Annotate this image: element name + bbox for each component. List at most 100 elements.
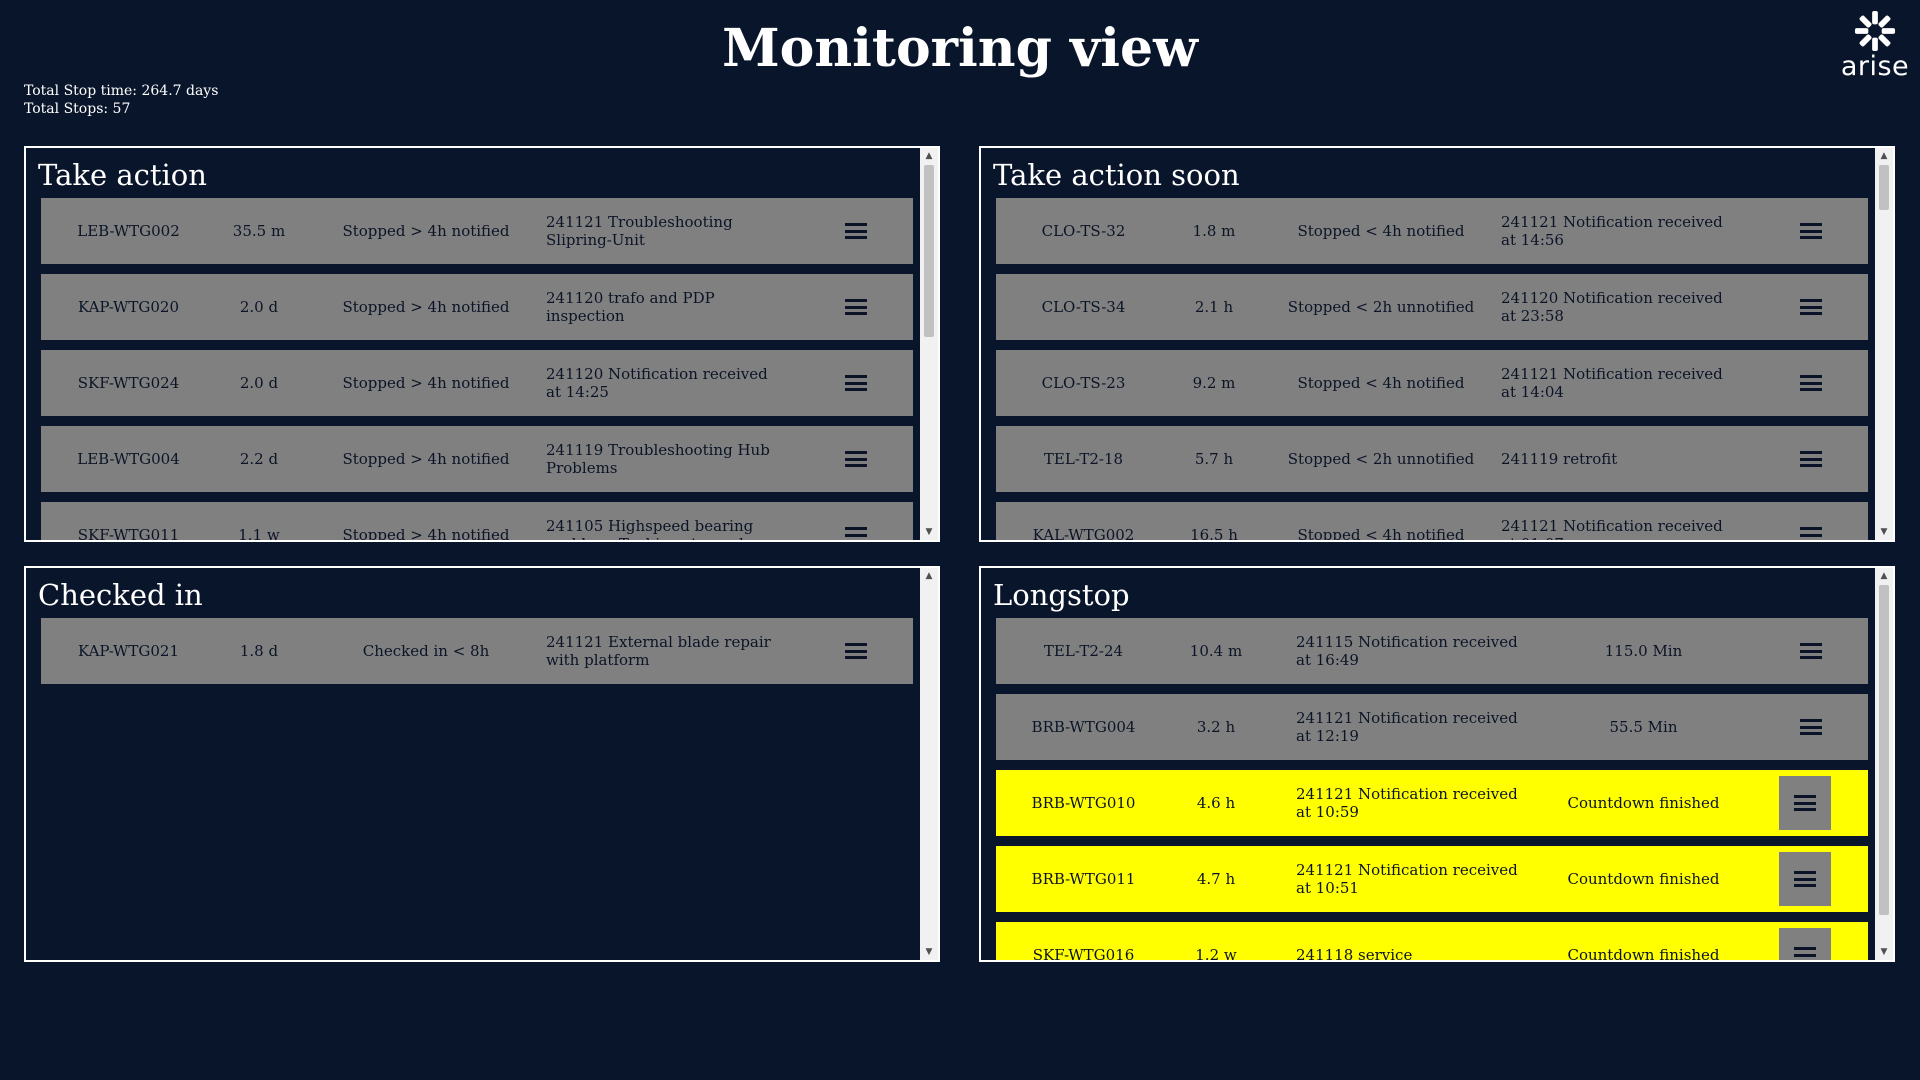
hamburger-menu-icon[interactable] [843,370,869,396]
scroll-down-arrow-icon[interactable]: ▼ [1875,524,1893,540]
hamburger-menu-icon[interactable] [1779,928,1831,960]
turbine-row[interactable]: SKF-WTG024 2.0 d Stopped > 4h notified 2… [41,350,913,416]
turbine-row[interactable]: KAP-WTG020 2.0 d Stopped > 4h notified 2… [41,274,913,340]
note-text: 241121 Notification received at 12:19 [1296,709,1518,745]
vertical-scrollbar[interactable]: ▲ ▼ [1875,568,1893,960]
scroll-down-arrow-icon[interactable]: ▼ [920,944,938,960]
total-stop-time: Total Stop time: 264.7 days [24,83,219,99]
note-text: 241121 Notification received at 01:07 [1501,517,1723,540]
panel-title: Longstop [993,578,1130,612]
hamburger-menu-icon[interactable] [1798,522,1824,540]
turbine-id: KAP-WTG021 [78,642,179,660]
stop-duration: 4.7 h [1196,870,1236,888]
hamburger-menu-icon[interactable] [1798,638,1824,664]
vertical-scrollbar[interactable]: ▲ ▼ [920,148,938,540]
turbine-id: CLO-TS-32 [1041,222,1126,240]
scrollbar-thumb[interactable] [924,165,934,337]
hamburger-menu-icon[interactable] [843,638,869,664]
note-text: 241119 Troubleshooting Hub Problems [546,441,770,477]
turbine-id: BRB-WTG011 [1031,870,1136,888]
turbine-row[interactable]: CLO-TS-23 9.2 m Stopped < 4h notified 24… [996,350,1868,416]
turbine-row-alert[interactable]: BRB-WTG011 4.7 h 241121 Notification rec… [996,846,1868,912]
stop-duration: 10.4 m [1189,642,1243,660]
hamburger-menu-icon[interactable] [1779,776,1831,830]
turbine-row[interactable]: KAP-WTG021 1.8 d Checked in < 8h 241121 … [41,618,913,684]
panel-take-action-soon: Take action soon CLO-TS-32 1.8 m Stopped… [979,146,1895,542]
hamburger-menu-icon[interactable] [1798,714,1824,740]
scroll-up-arrow-icon[interactable]: ▲ [1875,568,1893,584]
turbine-list: TEL-T2-24 10.4 m 241115 Notification rec… [996,618,1868,962]
hamburger-menu-icon[interactable] [843,218,869,244]
stop-duration: 16.5 h [1190,526,1238,542]
status-text: Stopped < 4h notified [1297,374,1465,392]
stop-duration: 5.7 h [1194,450,1234,468]
stop-duration: 1.8 d [239,642,279,660]
scroll-up-arrow-icon[interactable]: ▲ [920,148,938,164]
turbine-id: SKF-WTG024 [77,374,180,392]
status-text: Checked in < 8h [362,642,490,660]
status-text: Stopped < 2h unnotified [1287,450,1475,468]
hamburger-menu-icon[interactable] [843,294,869,320]
stop-duration: 1.8 m [1192,222,1236,240]
stop-duration: 4.6 h [1196,794,1236,812]
hamburger-menu-icon[interactable] [1798,218,1824,244]
turbine-id: BRB-WTG010 [1031,794,1136,812]
turbine-id: LEB-WTG004 [77,450,180,468]
note-text: 241120 Notification received at 23:58 [1501,289,1723,325]
note-text: 241121 Notification received at 10:59 [1296,785,1518,821]
countdown-text: 115.0 Min [1604,642,1683,660]
status-text: Stopped < 4h notified [1297,222,1465,240]
vertical-scrollbar[interactable]: ▲ ▼ [1875,148,1893,540]
scroll-up-arrow-icon[interactable]: ▲ [1875,148,1893,164]
note-text: 241121 Troubleshooting Slipring-Unit [546,213,733,249]
scrollbar-thumb[interactable] [1879,585,1889,915]
turbine-row[interactable]: KAL-WTG002 16.5 h Stopped < 4h notified … [996,502,1868,542]
turbine-row[interactable]: CLO-TS-32 1.8 m Stopped < 4h notified 24… [996,198,1868,264]
scrollbar-thumb[interactable] [1879,165,1889,210]
turbine-row[interactable]: CLO-TS-34 2.1 h Stopped < 2h unnotified … [996,274,1868,340]
turbine-row-alert[interactable]: BRB-WTG010 4.6 h 241121 Notification rec… [996,770,1868,836]
stop-duration: 9.2 m [1192,374,1236,392]
hamburger-menu-icon[interactable] [1798,446,1824,472]
turbine-row[interactable]: TEL-T2-24 10.4 m 241115 Notification rec… [996,618,1868,684]
turbine-row[interactable]: LEB-WTG004 2.2 d Stopped > 4h notified 2… [41,426,913,492]
note-text: 241105 Highspeed bearing problem. Turbin… [546,517,754,540]
stop-duration: 2.1 h [1194,298,1234,316]
status-text: Stopped > 4h notified [342,374,510,392]
hamburger-menu-icon[interactable] [843,446,869,472]
page-title: Monitoring view [722,18,1198,79]
note-text: 241121 External blade repair with platfo… [546,633,771,669]
turbine-row[interactable]: LEB-WTG002 35.5 m Stopped > 4h notified … [41,198,913,264]
stats-summary: Total Stop time: 264.7 days Total Stops:… [24,82,218,118]
hamburger-menu-icon[interactable] [843,522,869,540]
hamburger-menu-icon[interactable] [1798,370,1824,396]
vertical-scrollbar[interactable]: ▲ ▼ [920,568,938,960]
panel-checked-in: Checked in KAP-WTG021 1.8 d Checked in <… [24,566,940,962]
logo-text: arise [1840,51,1910,82]
stop-duration: 1.1 w [238,526,280,542]
turbine-row[interactable]: BRB-WTG004 3.2 h 241121 Notification rec… [996,694,1868,760]
status-text: Stopped > 4h notified [342,450,510,468]
status-text: Stopped > 4h notified [342,298,510,316]
hamburger-menu-icon[interactable] [1779,852,1831,906]
turbine-id: CLO-TS-23 [1041,374,1126,392]
hamburger-menu-icon[interactable] [1798,294,1824,320]
stop-duration: 3.2 h [1196,718,1236,736]
turbine-row[interactable]: TEL-T2-18 5.7 h Stopped < 2h unnotified … [996,426,1868,492]
turbine-id: SKF-WTG016 [1032,946,1135,962]
turbine-row[interactable]: SKF-WTG011 1.1 w Stopped > 4h notified 2… [41,502,913,542]
scroll-down-arrow-icon[interactable]: ▼ [920,524,938,540]
total-stops: Total Stops: 57 [24,101,131,117]
note-text: 241115 Notification received at 16:49 [1296,633,1518,669]
stop-duration: 35.5 m [232,222,286,240]
scroll-up-arrow-icon[interactable]: ▲ [920,568,938,584]
turbine-row-alert[interactable]: SKF-WTG016 1.2 w 241118 service Countdow… [996,922,1868,962]
stop-duration: 2.2 d [239,450,279,468]
note-text: 241121 Notification received at 10:51 [1296,861,1518,897]
turbine-id: TEL-T2-18 [1043,450,1124,468]
turbine-id: TEL-T2-24 [1043,642,1124,660]
scroll-down-arrow-icon[interactable]: ▼ [1875,944,1893,960]
countdown-text: Countdown finished [1567,794,1720,812]
turbine-id: CLO-TS-34 [1041,298,1126,316]
countdown-text: 55.5 Min [1609,718,1678,736]
